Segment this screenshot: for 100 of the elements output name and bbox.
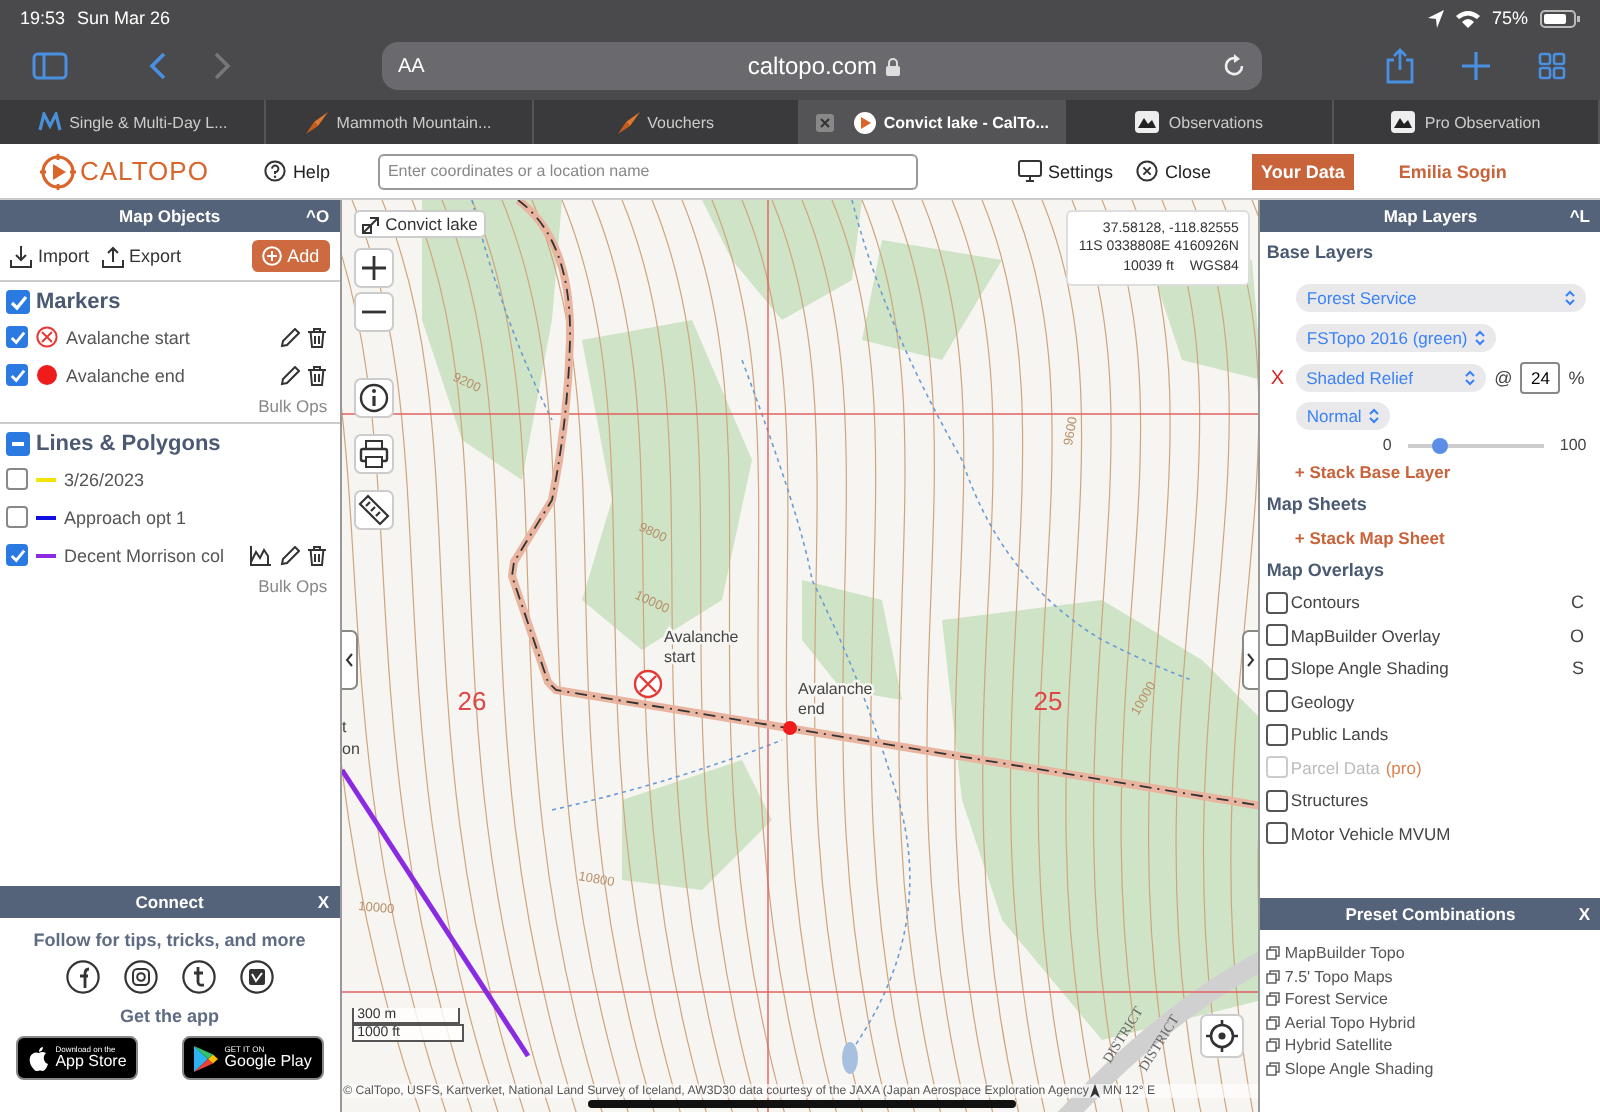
upload-icon: [101, 245, 124, 267]
map-label: t: [341, 718, 346, 736]
item-checkbox[interactable]: [6, 364, 28, 386]
overlay-label[interactable]: Structures: [1290, 790, 1369, 811]
item-checkbox[interactable]: [6, 544, 28, 566]
remove-layer-button[interactable]: X: [1266, 367, 1289, 389]
edit-pencil-icon[interactable]: [279, 365, 300, 385]
overlay-checkbox[interactable]: [1266, 789, 1289, 812]
trash-icon[interactable]: [307, 545, 326, 565]
address-bar[interactable]: AA caltopo.com: [382, 42, 1262, 90]
import-button[interactable]: Import: [10, 245, 90, 267]
edit-pencil-icon[interactable]: [279, 327, 300, 347]
overlay-label[interactable]: MapBuilder Overlay: [1290, 625, 1441, 646]
preset-link[interactable]: MapBuilder Topo: [1284, 944, 1405, 963]
overlay-label[interactable]: Motor Vehicle MVUM: [1290, 823, 1451, 844]
item-checkbox[interactable]: [6, 506, 28, 528]
search-result-button[interactable]: Convict lake: [353, 210, 486, 238]
zoom-in-icon[interactable]: [353, 248, 394, 288]
your-data-button[interactable]: Your Data: [1251, 153, 1355, 189]
section-checkbox[interactable]: [6, 432, 30, 456]
dot-marker[interactable]: [782, 721, 797, 735]
section-title: Lines & Polygons: [36, 432, 221, 456]
settings-button[interactable]: Settings: [1013, 156, 1117, 186]
map-object-label[interactable]: Approach opt 1: [64, 507, 187, 527]
sidebar-icon[interactable]: [32, 52, 68, 80]
panel-title: Connect: [135, 892, 204, 912]
trash-icon[interactable]: [307, 327, 326, 347]
preset-link[interactable]: 7.5' Topo Maps: [1284, 967, 1393, 986]
overlay-checkbox[interactable]: [1266, 657, 1289, 680]
back-icon[interactable]: [148, 52, 168, 80]
bulk-ops-button[interactable]: Bulk Ops: [258, 394, 328, 418]
battery-icon: [1540, 9, 1580, 27]
map-object-label[interactable]: Avalanche end: [66, 365, 185, 385]
instagram-icon[interactable]: [123, 960, 158, 994]
location-icon: [1427, 9, 1444, 27]
share-icon[interactable]: [1386, 48, 1414, 84]
close-tab-icon[interactable]: [815, 113, 834, 131]
section-heading: Base Layers: [1266, 242, 1373, 262]
export-button[interactable]: Export: [101, 245, 182, 267]
bulk-ops-button[interactable]: Bulk Ops: [258, 574, 328, 598]
vimeo-icon[interactable]: [239, 960, 274, 994]
overlay-checkbox[interactable]: [1266, 723, 1289, 746]
edit-pencil-icon[interactable]: [279, 545, 300, 565]
print-icon[interactable]: [353, 434, 394, 474]
caltopo-logo[interactable]: CALTOPO: [40, 153, 209, 189]
panel-close-button[interactable]: X: [1578, 904, 1590, 924]
map-object-label[interactable]: Avalanche start: [66, 327, 190, 347]
map-object-label[interactable]: Decent Morrison col: [64, 545, 225, 565]
user-menu-button[interactable]: Emilia Sogin: [1386, 159, 1519, 183]
track-line[interactable]: [341, 768, 530, 1058]
new-tab-icon[interactable]: [1462, 52, 1490, 80]
ruler-icon[interactable]: [353, 490, 394, 530]
panel-close-button[interactable]: X: [317, 892, 330, 912]
status-time: 19:53: [20, 8, 66, 28]
browser-tab[interactable]: Convict lake - CalTo...: [799, 100, 1067, 144]
preset-link[interactable]: Hybrid Satellite: [1284, 1036, 1393, 1055]
info-icon[interactable]: [353, 378, 394, 418]
close-button[interactable]: Close: [1132, 156, 1215, 186]
item-checkbox[interactable]: [6, 326, 28, 348]
item-checkbox[interactable]: [6, 468, 28, 490]
trash-icon[interactable]: [307, 365, 326, 385]
panel-title: Preset Combinations: [1345, 904, 1516, 924]
stack-base-layer-link[interactable]: + Stack Base Layer: [1294, 462, 1451, 482]
zoom-out-icon[interactable]: [353, 292, 394, 332]
text-size-button[interactable]: AA: [398, 55, 425, 77]
overlay-label[interactable]: Contours: [1290, 592, 1360, 613]
expand-arrow-icon: [361, 215, 380, 233]
overlay-label[interactable]: Slope Angle Shading: [1290, 658, 1449, 679]
map-object-label[interactable]: 3/26/2023: [64, 469, 145, 489]
overlay-label[interactable]: Public Lands: [1290, 724, 1389, 745]
overlay-checkbox[interactable]: [1266, 690, 1289, 713]
tab-overview-icon[interactable]: [1538, 52, 1566, 80]
tumblr-icon[interactable]: [181, 960, 216, 994]
reload-icon[interactable]: [1221, 54, 1246, 78]
add-button[interactable]: Add: [251, 240, 330, 272]
preset-link[interactable]: Forest Service: [1284, 990, 1388, 1009]
wifi-icon: [1455, 9, 1480, 27]
location-search-field[interactable]: Enter coordinates or a location name: [377, 153, 918, 189]
opacity-field[interactable]: 24: [1520, 362, 1561, 394]
crossed-circle-marker[interactable]: [632, 669, 662, 699]
preset-link[interactable]: Aerial Topo Hybrid: [1284, 1013, 1416, 1032]
shortcut-key: S: [1571, 658, 1584, 679]
section-checkbox[interactable]: [6, 290, 30, 314]
overlay-label[interactable]: Geology: [1290, 691, 1355, 712]
follow-text: Follow for tips, tricks, and more: [33, 930, 306, 950]
stack-map-sheet-link[interactable]: + Stack Map Sheet: [1294, 528, 1445, 548]
wave-logo-icon: [37, 112, 62, 132]
overlay-checkbox[interactable]: [1266, 822, 1289, 845]
section-number: 26: [456, 686, 486, 716]
section-heading: Map Sheets: [1266, 494, 1367, 514]
collapse-right-panel-icon[interactable]: [1242, 630, 1259, 690]
overlay-checkbox[interactable]: [1266, 624, 1289, 647]
at-sign: @: [1494, 368, 1513, 388]
overlay-checkbox[interactable]: [1266, 591, 1289, 614]
terrain-profile-icon[interactable]: [249, 545, 272, 565]
locate-crosshair-icon[interactable]: [1200, 1014, 1245, 1058]
section-heading: Map Overlays: [1266, 560, 1384, 580]
preset-link[interactable]: Slope Angle Shading: [1284, 1059, 1434, 1078]
facebook-icon[interactable]: [65, 960, 100, 994]
help-button[interactable]: Help: [260, 156, 334, 186]
